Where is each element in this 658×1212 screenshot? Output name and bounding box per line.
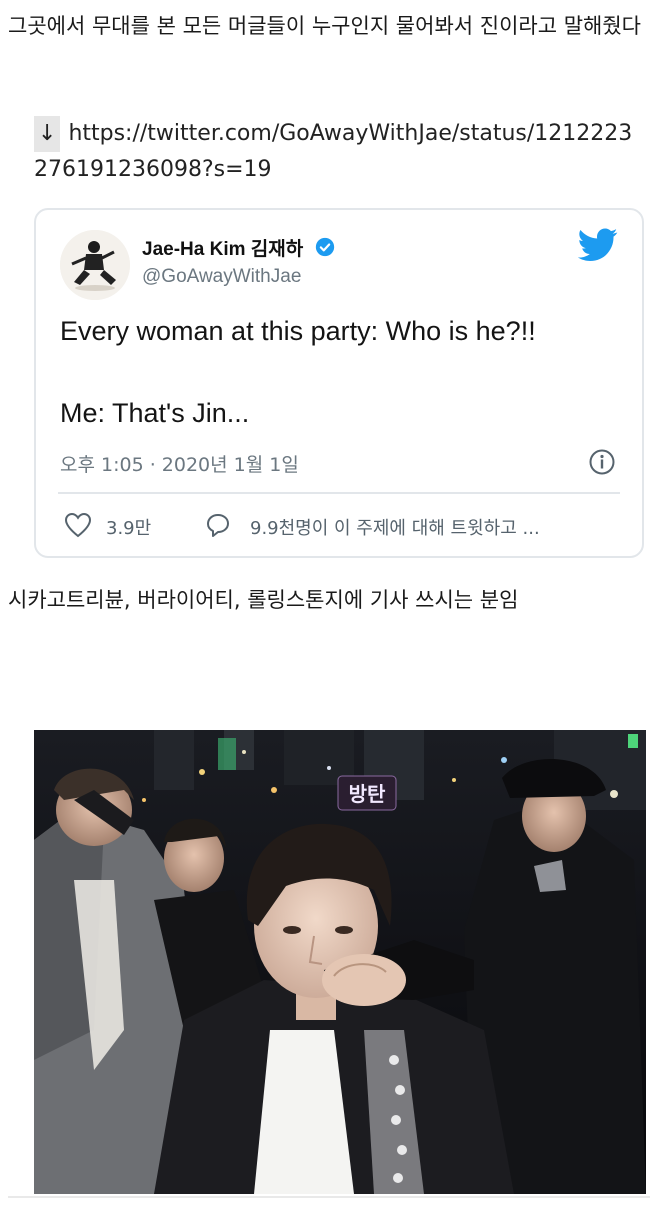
caption-text: 시카고트리뷴, 버라이어티, 롤링스톤지에 기사 쓰시는 분임 <box>8 588 519 612</box>
card-divider <box>58 492 620 494</box>
like-count[interactable]: 3.9만 <box>106 514 151 540</box>
intro-text: 그곳에서 무대를 본 모든 머글들이 누구인지 물어봐서 진이라고 말해줬다 <box>8 14 641 38</box>
tweet-timestamp[interactable]: 오후 1:05 · 2020년 1월 1일 <box>60 450 299 477</box>
bottom-divider <box>8 1196 650 1198</box>
twitter-bird-icon[interactable] <box>577 228 618 266</box>
down-arrow-icon: ↓ <box>34 116 61 152</box>
author-name[interactable]: Jae-Ha Kim 김재하 <box>142 234 335 263</box>
avatar[interactable] <box>60 230 130 300</box>
tweet-text-line: Me: That's Jin... <box>60 398 250 428</box>
tweet-url[interactable]: https://twitter.com/GoAwayWithJae/status… <box>34 121 632 182</box>
talking-about-link[interactable]: 9.9천명이 이 주제에 대해 트윗하고 ... <box>250 514 540 540</box>
fan-sign-text: 방탄 <box>349 782 386 806</box>
tweet-text-line: Every woman at this party: Who is he?!! <box>60 316 536 346</box>
reply-bubble-icon[interactable] <box>204 512 232 542</box>
tweet-embed-card[interactable]: Jae-Ha Kim 김재하 @GoAwayWithJae Every woma… <box>34 208 644 558</box>
info-icon[interactable] <box>588 448 616 480</box>
tweet-link[interactable]: ↓ https://twitter.com/GoAwayWithJae/statu… <box>34 116 644 188</box>
verified-badge-icon <box>315 237 335 263</box>
author-handle[interactable]: @GoAwayWithJae <box>142 266 301 288</box>
heart-icon[interactable] <box>64 512 92 542</box>
concert-photo: 방탄 <box>34 730 646 1194</box>
author-name-text: Jae-Ha Kim 김재하 <box>142 239 304 260</box>
